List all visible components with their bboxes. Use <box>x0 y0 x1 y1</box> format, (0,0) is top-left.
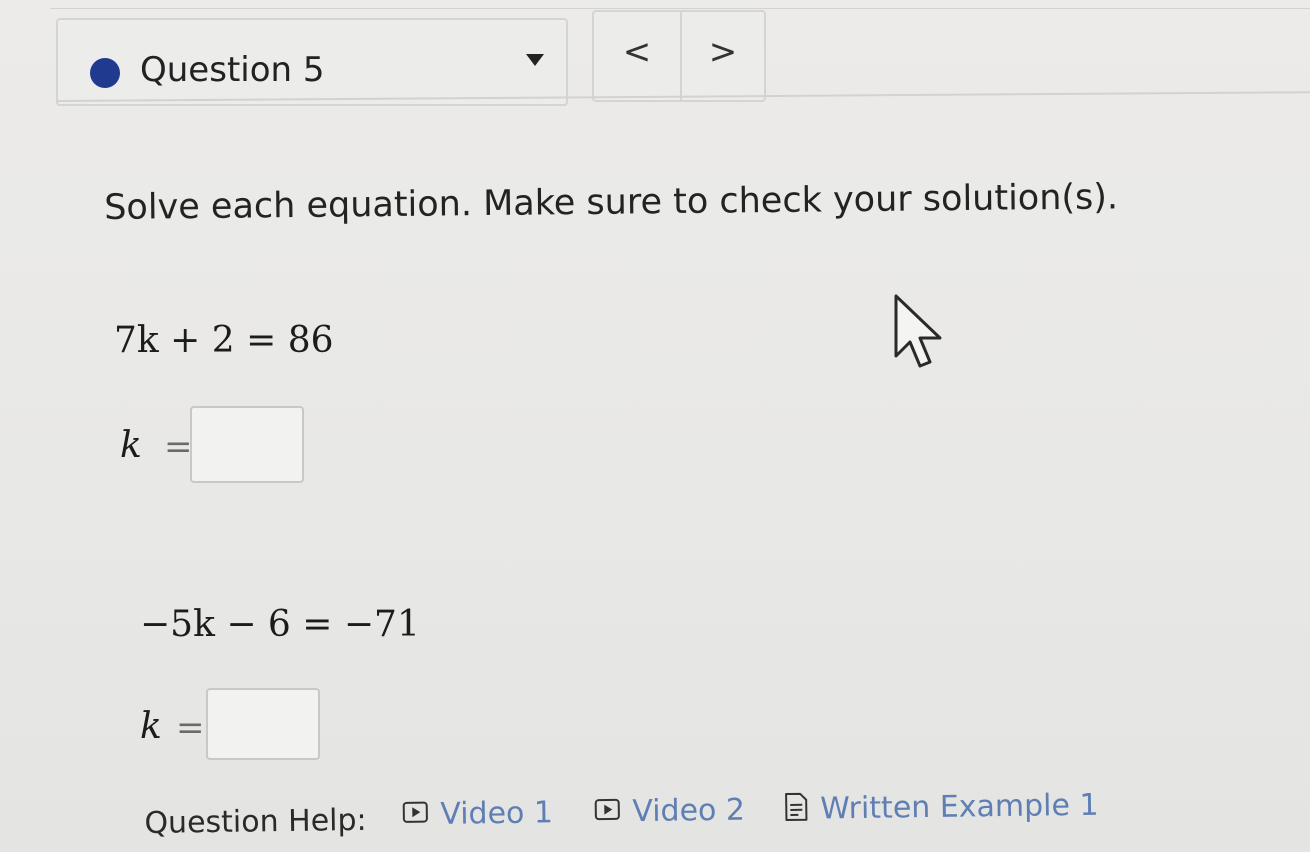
video-1-link[interactable]: Video 1 <box>402 794 553 832</box>
equation-1: 7k + 2 = 86 <box>114 320 334 361</box>
question-nav: < > <box>592 10 766 102</box>
question-selector-label: Question 5 <box>140 50 325 90</box>
video-icon <box>594 798 620 820</box>
document-icon <box>785 792 808 821</box>
page: Question 5 < > Solve each equation. Make… <box>0 0 1310 852</box>
caret-down-icon <box>526 54 544 66</box>
question-help-label: Question Help: <box>144 802 367 841</box>
question-selector[interactable]: Question 5 <box>56 18 568 106</box>
video-1-label: Video 1 <box>440 795 554 832</box>
answer-2-equals: = <box>176 708 205 748</box>
equation-2: −5k − 6 = −71 <box>140 604 420 645</box>
next-question-button[interactable]: > <box>680 12 766 100</box>
answer-1-variable: k <box>120 425 142 466</box>
question-help: Question Help: Video 1 Video 2 Written E… <box>144 778 1145 852</box>
answer-1-input[interactable] <box>190 406 304 483</box>
mouse-pointer-icon <box>894 294 942 368</box>
answer-2-variable: k <box>140 706 162 747</box>
video-icon <box>402 801 428 823</box>
answer-1-equals: = <box>164 427 193 467</box>
top-divider <box>50 8 1310 9</box>
written-example-1-link[interactable]: Written Example 1 <box>784 787 1099 827</box>
question-status-dot <box>90 58 120 88</box>
written-example-1-label: Written Example 1 <box>820 787 1099 827</box>
answer-2-input[interactable] <box>206 688 320 760</box>
video-2-label: Video 2 <box>632 792 746 830</box>
previous-question-button[interactable]: < <box>594 12 682 100</box>
video-2-link[interactable]: Video 2 <box>594 792 745 830</box>
question-instruction: Solve each equation. Make sure to check … <box>104 177 1119 228</box>
